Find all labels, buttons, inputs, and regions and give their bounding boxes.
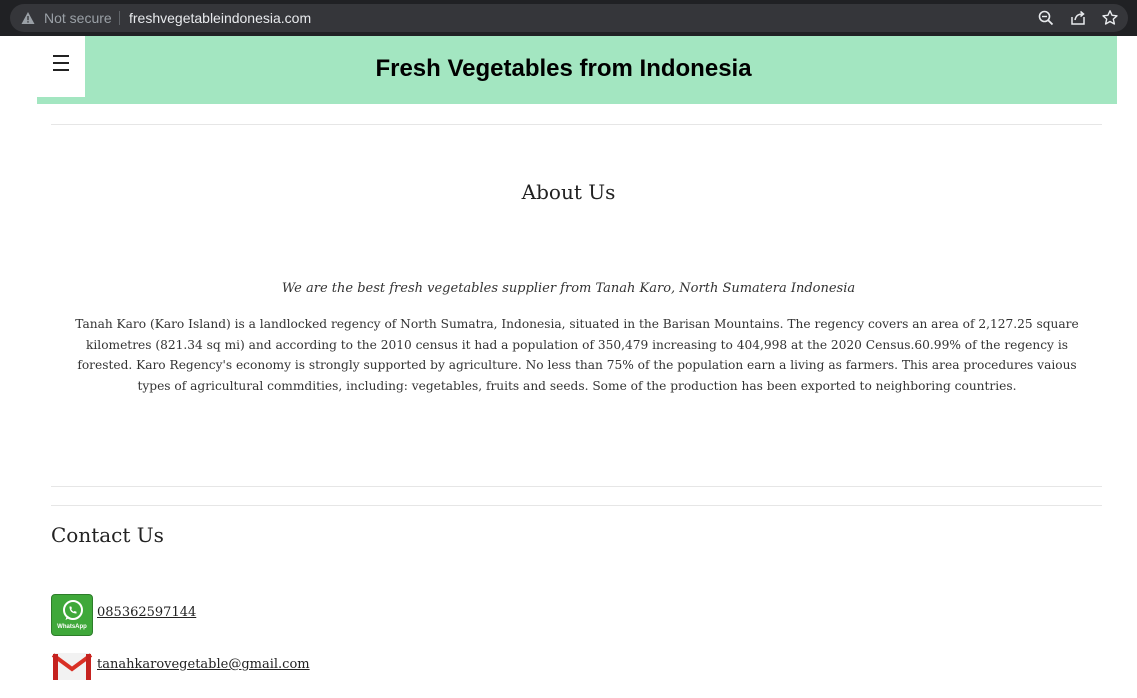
url-divider [119,11,120,25]
warning-icon[interactable] [21,11,35,25]
site-title[interactable]: Fresh Vegetables from Indonesia [0,54,1127,84]
about-body-text: Tanah Karo (Karo Island) is a landlocked… [75,317,1079,393]
security-status[interactable]: Not secure [44,9,112,27]
zoom-icon[interactable] [1037,9,1055,27]
site-header: Fresh Vegetables from Indonesia [37,36,1117,104]
bookmark-star-icon[interactable] [1101,9,1119,27]
whatsapp-icon-label: WhatsApp [57,624,87,630]
address-bar[interactable]: Not secure freshvegetableindonesia.com [10,4,1128,32]
whatsapp-icon[interactable]: WhatsApp [51,594,93,636]
url-text[interactable]: freshvegetableindonesia.com [129,9,311,27]
divider [51,124,1102,125]
contact-heading: Contact Us [51,523,164,547]
divider [51,505,1102,506]
email-link[interactable]: tanahkarovegetable@gmail.com [97,657,310,672]
about-tagline: We are the best fresh vegetables supplie… [281,281,856,296]
gmail-icon[interactable] [51,651,93,681]
divider [51,486,1102,487]
browser-toolbar: Not secure freshvegetableindonesia.com [0,0,1137,36]
whatsapp-phone-link[interactable]: 085362597144 [97,605,196,620]
share-icon[interactable] [1069,9,1087,27]
about-heading: About Us [521,180,616,204]
